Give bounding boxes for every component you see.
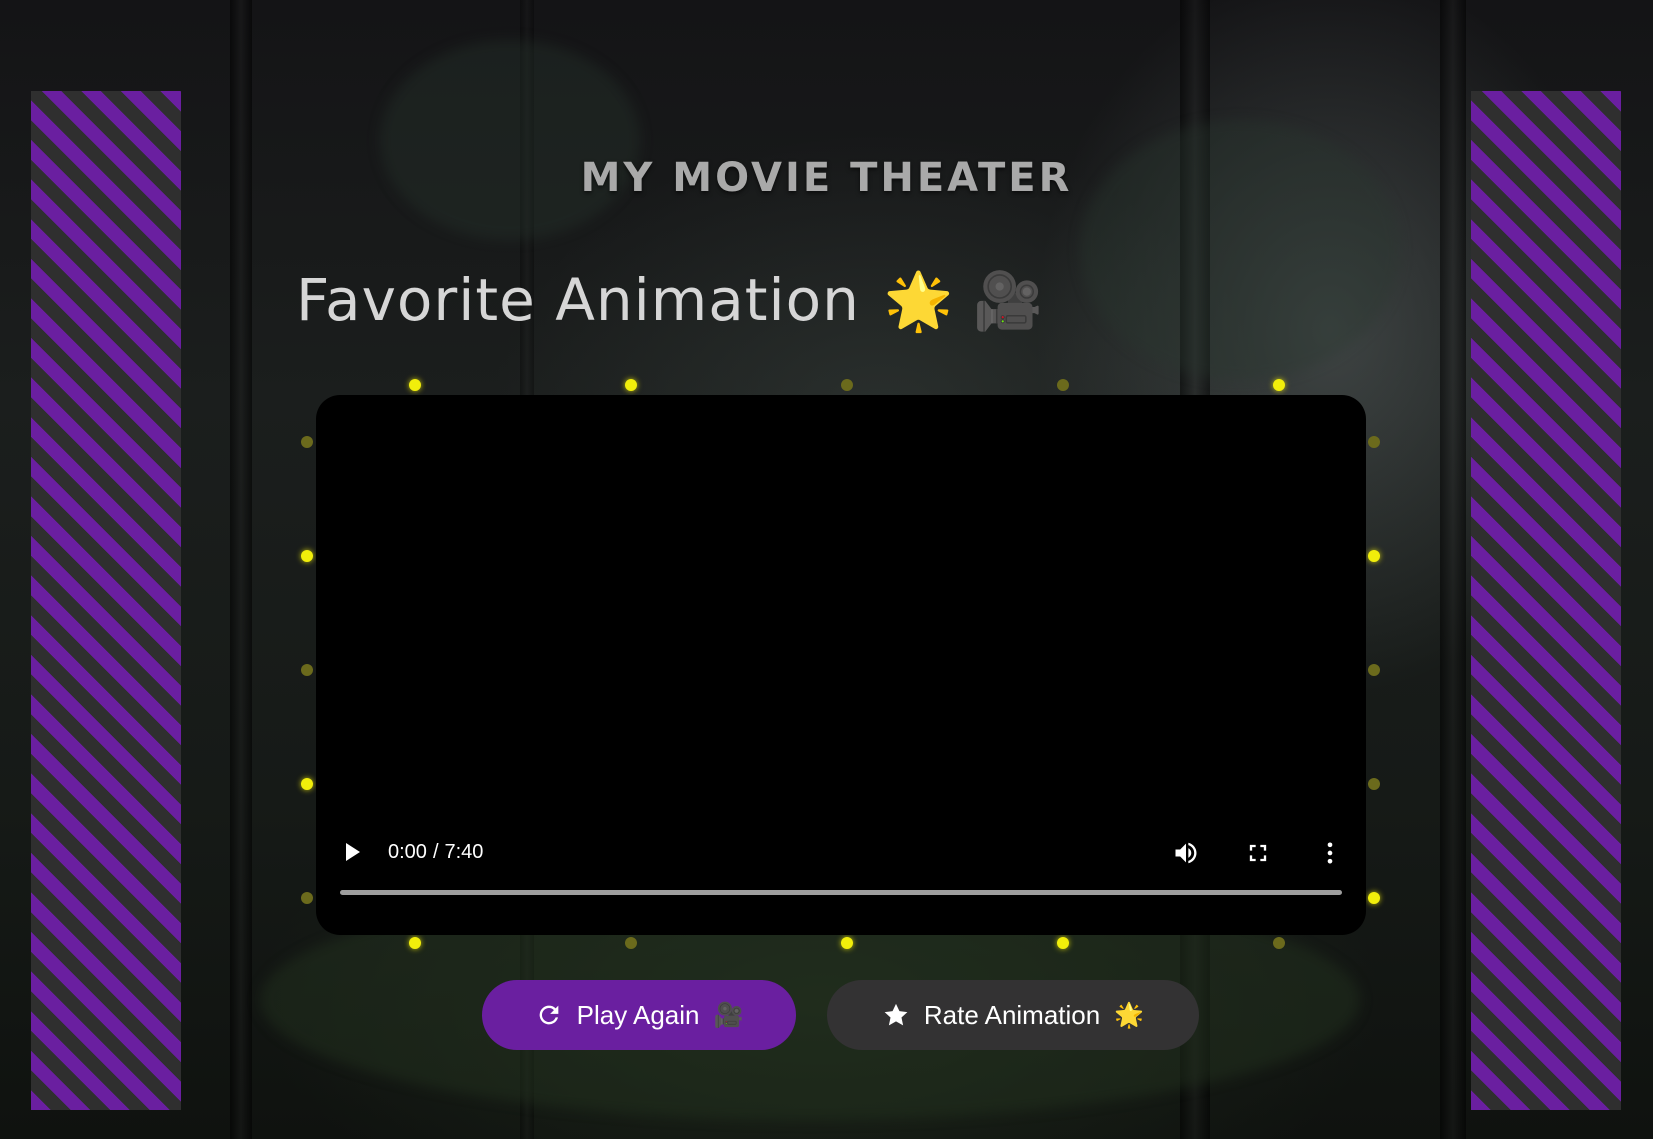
theater-page: MY MOVIE THEATER Favorite Animation 🌟 🎥 0… <box>0 0 1653 1139</box>
heading-emojis: 🌟 🎥 <box>883 269 1045 334</box>
marquee-bulb <box>1368 664 1380 676</box>
background-foliage <box>380 40 640 240</box>
marquee-bulb <box>1273 379 1285 391</box>
fullscreen-icon[interactable] <box>1244 839 1272 867</box>
play-again-label: Play Again <box>576 999 700 1030</box>
star-icon <box>884 1003 908 1026</box>
movie-camera-emoji: 🎥 <box>713 1001 744 1029</box>
marquee-bulb <box>301 892 313 904</box>
marquee-bulb <box>301 550 313 562</box>
marquee-bulb <box>409 379 421 391</box>
marquee-bulb <box>841 937 853 949</box>
page-heading: Favorite Animation 🌟 🎥 <box>296 266 1044 334</box>
refresh-icon <box>539 1005 558 1025</box>
marquee-bulb <box>1368 892 1380 904</box>
marquee-bulb <box>625 379 637 391</box>
glowing-star-emoji: 🌟 <box>1114 1001 1145 1029</box>
marquee-bulb <box>301 778 313 790</box>
time-display: 0:00/7:40 <box>388 841 483 864</box>
progress-bar[interactable] <box>340 890 1342 895</box>
marquee-bulb <box>1368 550 1380 562</box>
current-time: 0:00 <box>388 841 427 863</box>
marquee-bulb <box>301 664 313 676</box>
marquee-bulb <box>301 436 313 448</box>
marquee-bulb <box>625 937 637 949</box>
time-separator: / <box>432 841 439 863</box>
video-controls: 0:00/7:40 <box>316 835 1366 915</box>
left-curtain <box>31 91 181 1110</box>
marquee-bulb <box>1368 778 1380 790</box>
marquee-bulb <box>409 937 421 949</box>
marquee-bulb <box>1057 937 1069 949</box>
more-options-icon[interactable] <box>1316 839 1344 867</box>
duration: 7:40 <box>444 841 484 863</box>
volume-icon[interactable] <box>1172 839 1200 867</box>
site-title: MY MOVIE THEATER <box>580 155 1073 201</box>
rate-animation-button[interactable]: Rate Animation 🌟 <box>827 980 1199 1050</box>
play-again-button[interactable]: Play Again 🎥 <box>482 980 796 1050</box>
right-curtain <box>1471 91 1621 1110</box>
video-player[interactable]: 0:00/7:40 <box>316 395 1366 935</box>
play-icon[interactable] <box>346 843 360 861</box>
marquee-bulb <box>1273 937 1285 949</box>
marquee-bulb <box>841 379 853 391</box>
marquee-bulb <box>1057 379 1069 391</box>
rate-animation-label: Rate Animation <box>923 999 1101 1030</box>
marquee-bulb <box>1368 436 1380 448</box>
heading-text: Favorite Animation <box>296 266 860 334</box>
